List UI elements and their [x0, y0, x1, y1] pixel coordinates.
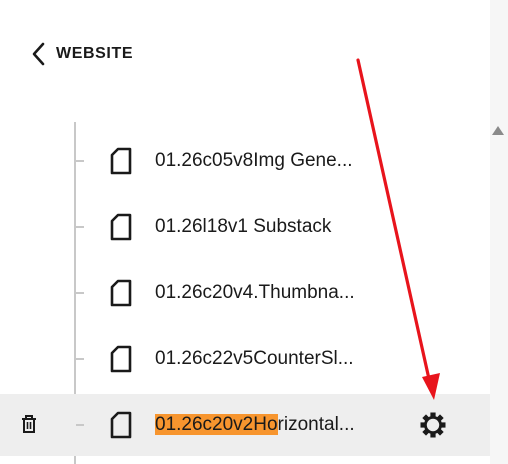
tree-branch — [76, 358, 84, 360]
gear-icon[interactable] — [419, 411, 447, 439]
gear-hole — [426, 418, 440, 432]
page-item[interactable]: 01.26l18v1 Substack — [0, 196, 490, 258]
page-item-label: 01.26c05v8Img Gene... — [155, 150, 353, 171]
page-icon — [110, 411, 132, 439]
trash-icon[interactable] — [19, 413, 39, 437]
page-icon — [110, 147, 132, 175]
page-item-label: 01.26c22v5CounterSl... — [155, 348, 354, 369]
chevron-left-icon — [32, 42, 46, 66]
page-icon — [110, 345, 132, 373]
page-item[interactable]: 01.26c05v8Img Gene... — [0, 130, 490, 192]
page-item-label: 01.26l18v1 Substack — [155, 216, 332, 237]
tree-branch — [76, 292, 84, 294]
scrollbar-track[interactable] — [490, 0, 508, 464]
label-remainder: rizontal... — [277, 414, 355, 435]
page-item-label: 01.26c20v2Horizontal... — [155, 411, 355, 439]
tree-branch — [76, 160, 84, 162]
page-icon — [110, 213, 132, 241]
page-item-selected[interactable]: 01.26c20v2Horizontal... — [0, 394, 490, 456]
scroll-up-arrow-icon[interactable] — [492, 126, 504, 135]
page-item[interactable]: 01.26c22v5CounterSl... — [0, 328, 490, 390]
search-match-highlight: 01.26c20v2Ho — [155, 414, 278, 435]
back-label: WEBSITE — [56, 45, 134, 62]
page-item-label: 01.26c20v4.Thumbna... — [155, 282, 355, 303]
tree-branch — [76, 226, 84, 228]
page-item[interactable]: 01.26c20v4.Thumbna... — [0, 262, 490, 324]
page-icon — [110, 279, 132, 307]
back-to-website-link[interactable]: WEBSITE — [32, 40, 133, 68]
tree-branch — [76, 424, 84, 426]
